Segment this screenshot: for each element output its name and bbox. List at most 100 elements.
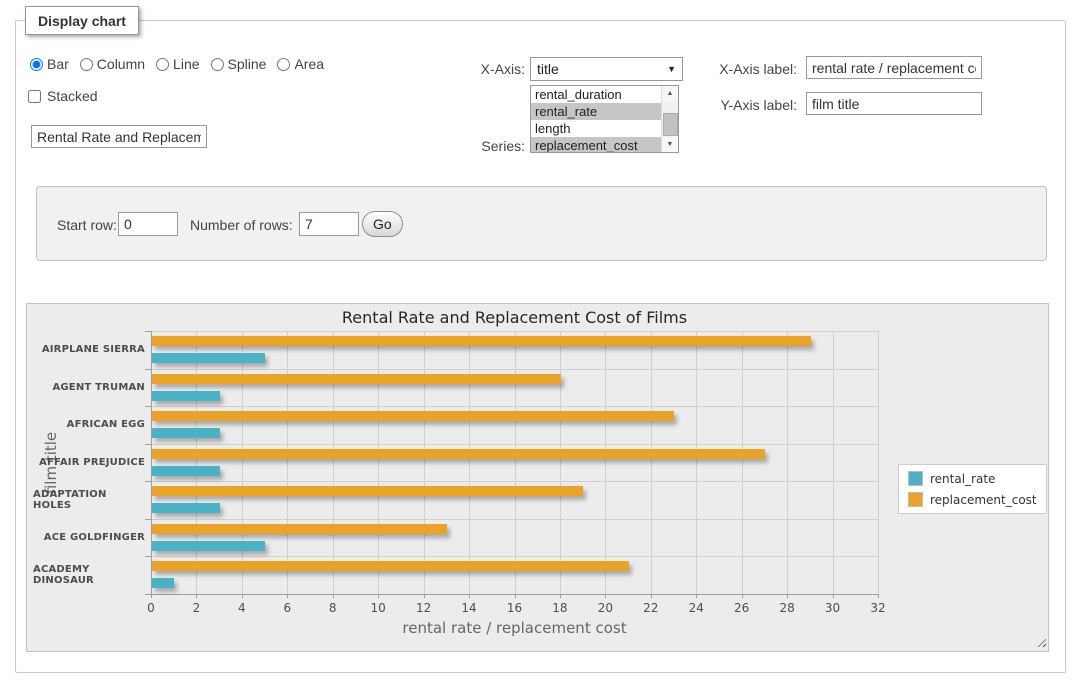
x-tick-label: 2 <box>178 601 214 615</box>
category-label: ACADEMY DINOSAUR <box>33 556 145 594</box>
x-tick-label: 12 <box>406 601 442 615</box>
gridline <box>333 331 334 594</box>
category-label: AGENT TRUMAN <box>33 369 145 407</box>
chart-type-radio-line[interactable] <box>156 58 169 71</box>
number-of-rows-label: Number of rows: <box>190 217 293 233</box>
chart-type-radio-area[interactable] <box>277 58 290 71</box>
x-tick-label: 6 <box>269 601 305 615</box>
gridline <box>196 331 197 594</box>
y-axis-label-input[interactable] <box>806 92 982 115</box>
x-tick-label: 30 <box>815 601 851 615</box>
x-tick-label: 26 <box>724 601 760 615</box>
bar-replacement_cost <box>152 374 561 384</box>
x-tick-label: 18 <box>542 601 578 615</box>
series-scrollbar[interactable]: ▲ ▼ <box>661 86 678 152</box>
go-button[interactable]: Go <box>362 211 403 237</box>
start-row-input[interactable] <box>118 212 178 236</box>
bar-replacement_cost <box>152 524 447 534</box>
series-select-label: Series: <box>445 138 525 154</box>
scroll-down-icon[interactable]: ▼ <box>662 137 678 152</box>
scroll-up-icon[interactable]: ▲ <box>662 86 678 101</box>
gridline <box>560 331 561 594</box>
bar-replacement_cost <box>152 449 765 459</box>
bar-rental_rate <box>152 503 220 513</box>
series-option-rental_duration[interactable]: rental_duration <box>531 86 662 103</box>
chart-type-radio-bar[interactable] <box>30 58 43 71</box>
chart-type-radio-spline[interactable] <box>211 58 224 71</box>
fieldset-legend: Display chart <box>25 6 139 35</box>
category-label: AIRPLANE SIERRA <box>33 331 145 369</box>
gridline <box>469 331 470 594</box>
chart-type-label: Spline <box>228 56 267 72</box>
chart-type-option-line[interactable]: Line <box>156 56 199 72</box>
start-row-label: Start row: <box>57 217 117 233</box>
legend-label: replacement_cost <box>930 493 1037 507</box>
chart-title-input[interactable] <box>31 125 207 148</box>
bar-replacement_cost <box>152 411 674 421</box>
chart-type-radio-column[interactable] <box>80 58 93 71</box>
x-axis-label-input[interactable] <box>806 56 982 79</box>
bar-rental_rate <box>152 466 220 476</box>
gridline <box>151 444 878 445</box>
stacked-checkbox[interactable] <box>28 90 41 103</box>
gridline <box>378 331 379 594</box>
x-axis-selected-value: title <box>537 61 559 77</box>
gridline <box>242 331 243 594</box>
chart-type-radios: Bar Column Line Spline Area <box>30 56 324 72</box>
category-label: ACE GOLDFINGER <box>33 519 145 557</box>
gridline <box>787 331 788 594</box>
legend-item-rental_rate: rental_rate <box>908 471 1037 486</box>
y-axis-line <box>151 331 152 594</box>
series-option-rental_rate[interactable]: rental_rate <box>531 103 662 120</box>
y-axis-label-caption: Y-Axis label: <box>712 97 797 113</box>
legend-swatch-icon <box>908 492 923 507</box>
bar-replacement_cost <box>152 336 811 346</box>
chart-type-label: Area <box>294 56 324 72</box>
chart-box: Rental Rate and Replacement Cost of Film… <box>26 303 1049 652</box>
chevron-down-icon: ▼ <box>667 64 676 74</box>
grid-right-border <box>878 331 879 594</box>
x-tick-label: 16 <box>497 601 533 615</box>
chart-type-option-area[interactable]: Area <box>277 56 324 72</box>
bar-rental_rate <box>152 428 220 438</box>
chart-x-axis-title: rental rate / replacement cost <box>151 619 878 637</box>
series-option-replacement_cost[interactable]: replacement_cost <box>531 137 662 153</box>
rows-panel <box>36 186 1047 261</box>
gridline <box>696 331 697 594</box>
legend-item-replacement_cost: replacement_cost <box>908 492 1037 507</box>
gridline <box>515 331 516 594</box>
resize-grip-icon[interactable] <box>1035 636 1046 647</box>
legend-swatch-icon <box>908 471 923 486</box>
chart-type-option-column[interactable]: Column <box>80 56 145 72</box>
bar-rental_rate <box>152 541 265 551</box>
chart-type-option-bar[interactable]: Bar <box>30 56 69 72</box>
x-axis-select[interactable]: title ▼ <box>530 57 683 81</box>
stacked-checkbox-row: Stacked <box>28 88 98 104</box>
chart-type-option-spline[interactable]: Spline <box>211 56 267 72</box>
x-tick-label: 4 <box>224 601 260 615</box>
bar-replacement_cost <box>152 561 629 571</box>
scrollbar-thumb[interactable] <box>663 113 678 136</box>
gridline <box>287 331 288 594</box>
x-tick-label: 22 <box>633 601 669 615</box>
category-label: ADAPTATION HOLES <box>33 481 145 519</box>
chart-type-label: Line <box>173 56 199 72</box>
category-label: AFRICAN EGG <box>33 406 145 444</box>
x-tick-label: 24 <box>678 601 714 615</box>
fieldset-legend-text: Display chart <box>38 13 126 29</box>
gridline <box>424 331 425 594</box>
x-axis-line <box>151 594 879 595</box>
x-tick-label: 0 <box>133 601 169 615</box>
series-listbox[interactable]: rental_durationrental_ratelengthreplacem… <box>530 85 679 153</box>
chart-title: Rental Rate and Replacement Cost of Film… <box>151 308 878 327</box>
category-label: AFFAIR PREJUDICE <box>33 444 145 482</box>
app-window: Display chart Bar Column Line Spline Area St… <box>0 0 1081 681</box>
number-of-rows-input[interactable] <box>299 212 359 236</box>
x-tick-label: 32 <box>860 601 896 615</box>
gridline <box>151 369 878 370</box>
gridline <box>742 331 743 594</box>
x-tick-label: 8 <box>315 601 351 615</box>
bar-rental_rate <box>152 578 174 588</box>
gridline <box>605 331 606 594</box>
series-option-length[interactable]: length <box>531 120 662 137</box>
